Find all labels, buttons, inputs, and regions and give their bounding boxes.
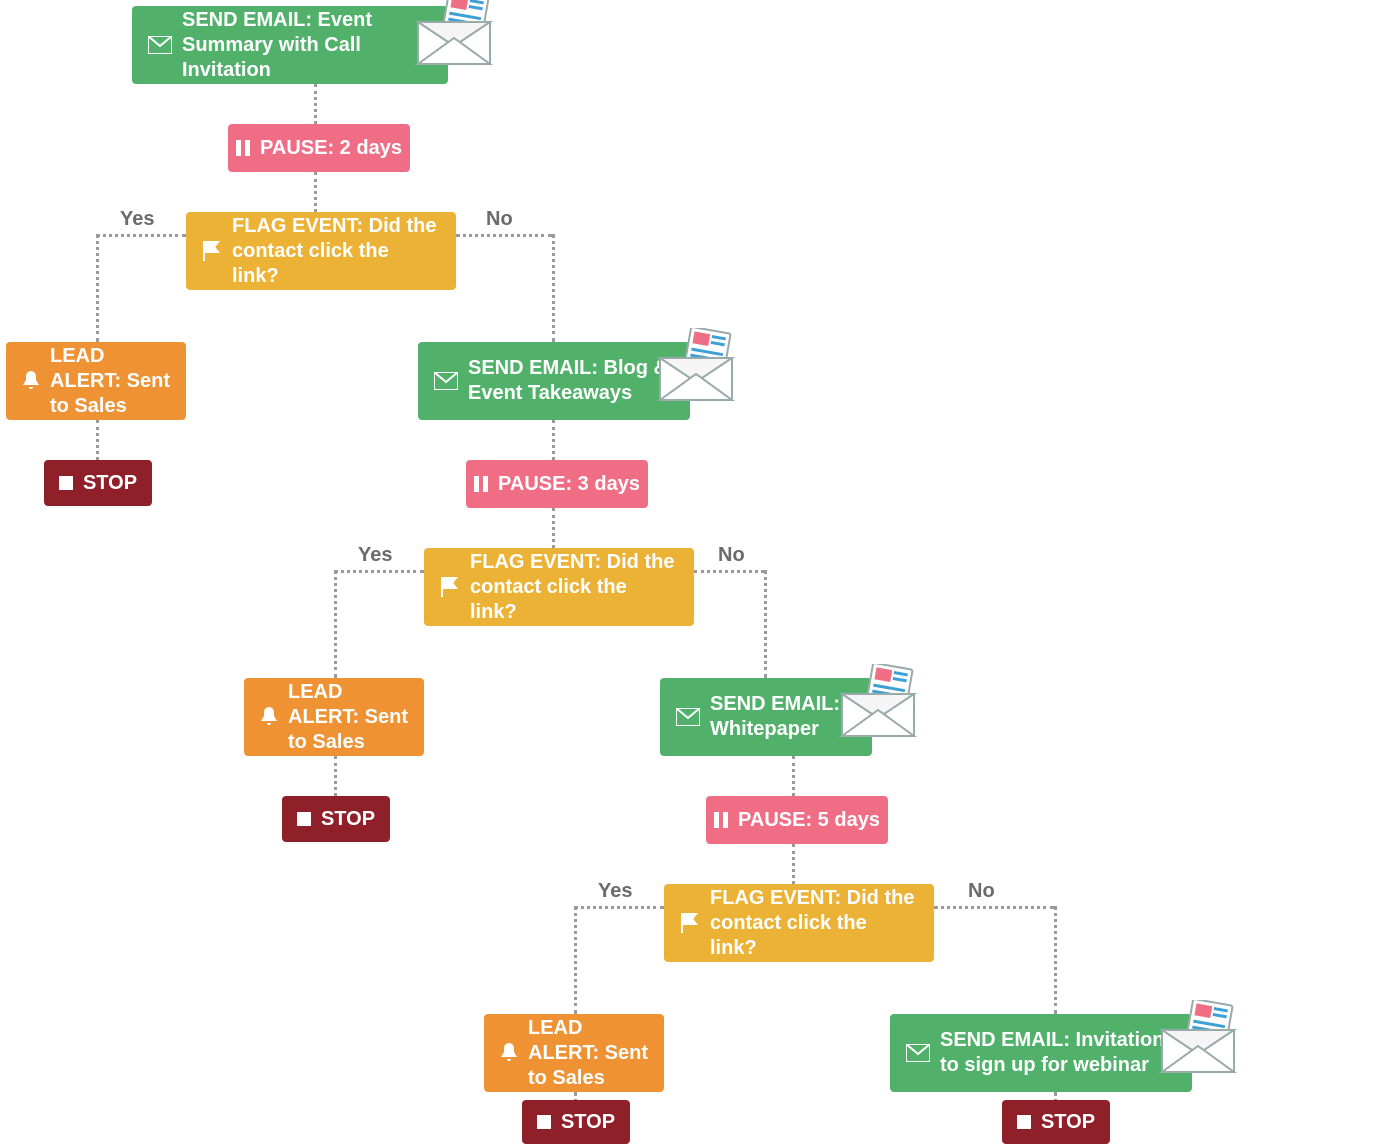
node-pause-1: PAUSE: 2 days	[228, 124, 410, 172]
node-send-email-4: SEND EMAIL: Invitation to sign up for we…	[890, 1014, 1192, 1092]
connector	[334, 570, 337, 678]
connector	[96, 234, 99, 342]
branch-label-no: No	[718, 544, 745, 567]
branch-label-yes: Yes	[120, 208, 154, 231]
mail-icon	[148, 36, 172, 54]
node-text: FLAG EVENT: Did the contact click the li…	[232, 214, 440, 289]
connector	[96, 234, 186, 237]
connector	[334, 756, 337, 796]
flag-icon	[440, 577, 460, 597]
node-flag-event-1: FLAG EVENT: Did the contact click the li…	[186, 212, 456, 290]
connector	[334, 570, 424, 573]
node-flag-event-2: FLAG EVENT: Did the contact click the li…	[424, 548, 694, 626]
connector	[456, 234, 552, 237]
node-lead-alert-2: LEAD ALERT: Sent to Sales	[244, 678, 424, 756]
node-text: SEND EMAIL: Invitation to sign up for we…	[940, 1028, 1176, 1078]
node-text: PAUSE: 2 days	[260, 136, 402, 161]
connector	[764, 570, 767, 678]
node-text: STOP	[321, 807, 375, 832]
connector	[314, 172, 317, 212]
node-text: STOP	[83, 471, 137, 496]
mail-icon	[434, 372, 458, 390]
envelope-graphic	[652, 328, 742, 398]
connector	[694, 570, 764, 573]
connector	[552, 420, 555, 460]
pause-icon	[474, 476, 488, 492]
stop-icon	[537, 1115, 551, 1129]
stop-icon	[1017, 1115, 1031, 1129]
pause-icon	[236, 140, 250, 156]
bell-icon	[260, 707, 278, 727]
node-send-email-1: SEND EMAIL: Event Summary with Call Invi…	[132, 6, 448, 84]
connector	[574, 906, 664, 909]
node-lead-alert-1: LEAD ALERT: Sent to Sales	[6, 342, 186, 420]
pause-icon	[714, 812, 728, 828]
node-text: SEND EMAIL: Blog & Event Takeaways	[468, 356, 674, 406]
connector	[934, 906, 1054, 909]
node-text: FLAG EVENT: Did the contact click the li…	[710, 886, 918, 961]
flag-icon	[680, 913, 700, 933]
node-stop-1: STOP	[44, 460, 152, 506]
node-flag-event-3: FLAG EVENT: Did the contact click the li…	[664, 884, 934, 962]
node-send-email-3: SEND EMAIL: Whitepaper	[660, 678, 872, 756]
connector	[574, 906, 577, 1014]
bell-icon	[22, 371, 40, 391]
node-text: PAUSE: 3 days	[498, 472, 640, 497]
connector	[552, 234, 555, 342]
node-text: SEND EMAIL: Event Summary with Call Invi…	[182, 8, 432, 83]
mail-icon	[906, 1044, 930, 1062]
node-stop-2: STOP	[282, 796, 390, 842]
bell-icon	[500, 1043, 518, 1063]
node-stop-4: STOP	[1002, 1100, 1110, 1144]
connector	[1054, 906, 1057, 1014]
node-text: FLAG EVENT: Did the contact click the li…	[470, 550, 678, 625]
envelope-graphic	[834, 664, 924, 734]
branch-label-yes: Yes	[598, 880, 632, 903]
connector	[552, 508, 555, 548]
node-send-email-2: SEND EMAIL: Blog & Event Takeaways	[418, 342, 690, 420]
branch-label-no: No	[968, 880, 995, 903]
envelope-graphic	[410, 0, 500, 62]
stop-icon	[297, 812, 311, 826]
node-pause-2: PAUSE: 3 days	[466, 460, 648, 508]
node-text: LEAD ALERT: Sent to Sales	[50, 344, 170, 419]
node-pause-3: PAUSE: 5 days	[706, 796, 888, 844]
node-text: LEAD ALERT: Sent to Sales	[528, 1016, 648, 1091]
flowchart-canvas: SEND EMAIL: Event Summary with Call Invi…	[0, 0, 1382, 1144]
stop-icon	[59, 476, 73, 490]
node-text: STOP	[561, 1110, 615, 1135]
flag-icon	[202, 241, 222, 261]
node-text: PAUSE: 5 days	[738, 808, 880, 833]
mail-icon	[676, 708, 700, 726]
branch-label-yes: Yes	[358, 544, 392, 567]
branch-label-no: No	[486, 208, 513, 231]
connector	[314, 84, 317, 124]
node-text: LEAD ALERT: Sent to Sales	[288, 680, 408, 755]
connector	[96, 420, 99, 460]
connector	[792, 844, 795, 884]
node-stop-3: STOP	[522, 1100, 630, 1144]
node-text: STOP	[1041, 1110, 1095, 1135]
node-lead-alert-3: LEAD ALERT: Sent to Sales	[484, 1014, 664, 1092]
envelope-graphic	[1154, 1000, 1244, 1070]
connector	[792, 756, 795, 796]
